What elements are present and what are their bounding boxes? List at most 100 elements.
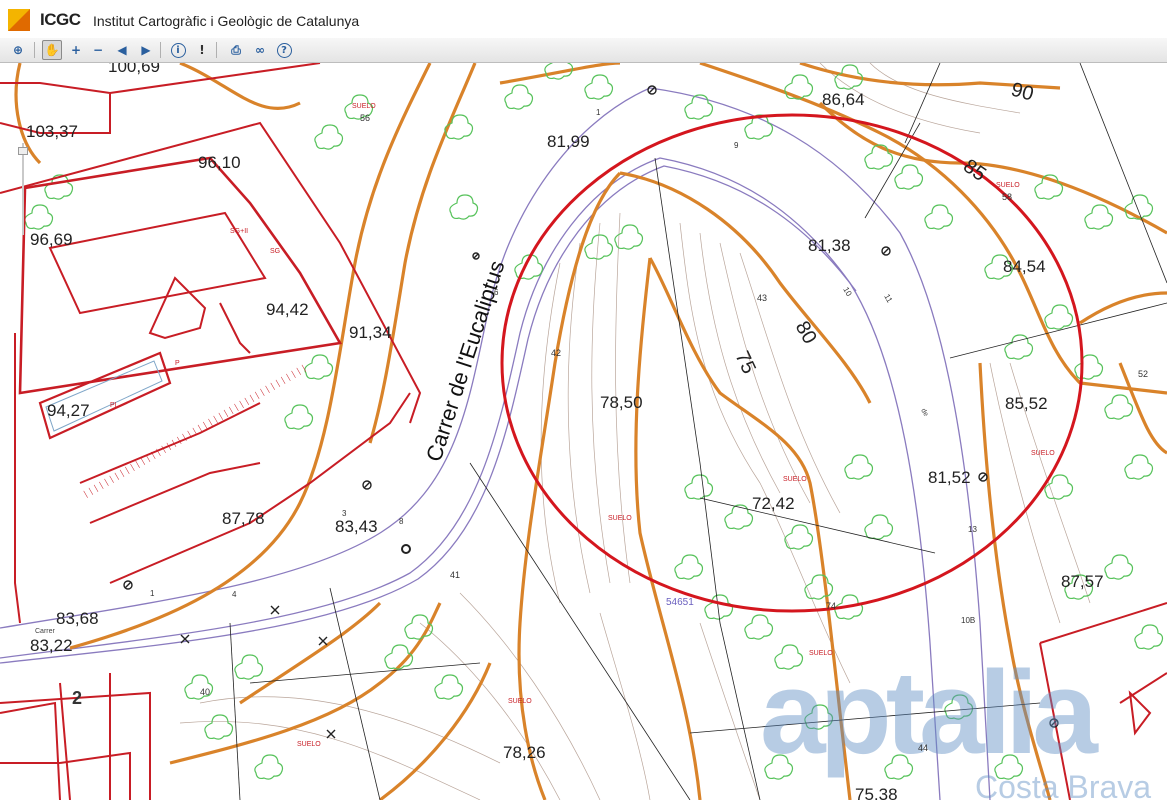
- watermark-text: aptalia: [760, 647, 1099, 779]
- tree-symbol: [1104, 554, 1134, 580]
- elevation-label: 103,37: [26, 122, 78, 141]
- tree-symbol: [284, 404, 314, 430]
- elevation-label: 100,69: [108, 63, 160, 76]
- zoom-in-icon: +: [70, 43, 82, 57]
- elevation-label: 83,68: [56, 609, 99, 628]
- elevation-label: 75,38: [855, 785, 898, 800]
- zoom-out-icon: −: [92, 43, 104, 57]
- zoom-extent-button[interactable]: ⊕: [8, 40, 28, 60]
- elevation-label: 78,50: [600, 393, 643, 412]
- toolbar-separator: [160, 42, 161, 58]
- map-small-label: PI: [110, 402, 117, 409]
- warning-button[interactable]: !: [192, 40, 212, 60]
- elevation-label: 81,99: [547, 132, 590, 151]
- tree-symbol: [204, 714, 234, 740]
- address-number: 9: [734, 141, 739, 150]
- link-button[interactable]: ∞: [250, 40, 270, 60]
- tree-symbol: [1074, 354, 1104, 380]
- elevation-label: 87,78: [222, 509, 265, 528]
- contour-label: 90: [1009, 79, 1036, 106]
- tree-symbol: [504, 84, 534, 110]
- tree-symbol: [744, 614, 774, 640]
- elevation-label: 91,34: [349, 323, 392, 342]
- zoom-slider-handle[interactable]: [18, 147, 28, 155]
- map-small-label: SUELO: [1031, 450, 1055, 457]
- parcel-number: 40: [200, 687, 210, 697]
- print-button[interactable]: ⎙: [226, 40, 246, 60]
- warning-icon: !: [199, 43, 205, 57]
- tree-symbol: [844, 454, 874, 480]
- zoom-slider[interactable]: [18, 143, 28, 235]
- elevation-label: 72,42: [752, 494, 795, 513]
- map-small-label: SUELO: [352, 103, 376, 110]
- map-toolbar: ⊕ ✋ + − ◀ ▶ i! ⎙ ∞?: [0, 38, 1167, 63]
- map-small-label: de: [919, 408, 929, 418]
- parcel-number: 58: [1002, 192, 1012, 202]
- address-number: 11: [882, 293, 894, 305]
- pan-hand-button[interactable]: ✋: [42, 40, 62, 60]
- map-canvas[interactable]: aptalia Costa Brava 100,69 103,37 96,10 96,…: [0, 63, 1167, 800]
- contour-label: 85: [959, 155, 990, 186]
- tree-symbol: [864, 144, 894, 170]
- tree-symbol: [804, 574, 834, 600]
- elevation-label: 96,69: [30, 230, 73, 249]
- elevation-label: 87,57: [1061, 572, 1104, 591]
- parcel-number: 2: [72, 688, 82, 708]
- address-number: 3: [342, 509, 347, 518]
- app-subtitle: Institut Cartogràfic i Geològic de Catal…: [93, 13, 360, 29]
- elevation-label: 84,54: [1003, 257, 1046, 276]
- elevation-label: 83,22: [30, 636, 73, 655]
- elevation-label: 85,52: [1005, 394, 1048, 413]
- map-small-label: SUELO: [783, 476, 807, 483]
- zoom-in-button[interactable]: +: [66, 40, 86, 60]
- help-icon: ?: [276, 42, 292, 58]
- help-button[interactable]: ?: [274, 40, 294, 60]
- tree-symbol: [434, 674, 464, 700]
- tree-symbol: [1104, 394, 1134, 420]
- elevation-label: 86,64: [822, 90, 865, 109]
- tree-symbol: [674, 554, 704, 580]
- parcel-number: 41: [450, 570, 460, 580]
- map-small-label: 54651: [666, 597, 694, 608]
- tree-symbol: [1044, 304, 1074, 330]
- link-icon: ∞: [255, 43, 265, 57]
- brand-name: ICGC: [40, 10, 81, 29]
- tree-symbol: [684, 94, 714, 120]
- info-icon: i: [170, 42, 186, 58]
- address-number: 1: [596, 108, 601, 117]
- toolbar-separator: [216, 42, 217, 58]
- tree-symbol: [1004, 334, 1034, 360]
- tree-symbol: [864, 514, 894, 540]
- tree-symbol: [254, 754, 284, 780]
- map-small-label: Carrer: [35, 628, 56, 635]
- parcel-number: 74: [826, 601, 836, 611]
- address-number: 4: [232, 590, 237, 599]
- parcel-number: 52: [1138, 369, 1148, 379]
- tree-symbol: [894, 164, 924, 190]
- info-button[interactable]: i: [168, 40, 188, 60]
- parcel-number: 56: [360, 113, 370, 123]
- back-arrow-button[interactable]: ◀: [112, 40, 132, 60]
- tree-symbol: [584, 74, 614, 100]
- back-arrow-icon: ◀: [117, 43, 127, 57]
- toolbar-separator: [34, 42, 35, 58]
- map-small-label: SUELO: [508, 698, 532, 705]
- tree-symbol: [314, 124, 344, 150]
- tree-symbol: [1134, 624, 1164, 650]
- tree-symbol: [724, 504, 754, 530]
- map-small-label: SUELO: [996, 182, 1020, 189]
- tree-symbol: [1124, 194, 1154, 220]
- address-number: 1: [150, 589, 155, 598]
- contour-label: 75: [730, 348, 759, 377]
- elevation-label: 81,52: [928, 468, 971, 487]
- parcel-number: 43: [757, 293, 767, 303]
- forward-arrow-button[interactable]: ▶: [136, 40, 156, 60]
- tree-symbol: [1124, 454, 1154, 480]
- zoom-out-button[interactable]: −: [88, 40, 108, 60]
- tree-symbol: [684, 474, 714, 500]
- forward-arrow-icon: ▶: [141, 43, 151, 57]
- elevation-label: 96,10: [198, 153, 241, 172]
- map-small-label: SG+II: [230, 228, 248, 235]
- map-small-label: SUELO: [608, 515, 632, 522]
- address-number: 13: [968, 525, 977, 534]
